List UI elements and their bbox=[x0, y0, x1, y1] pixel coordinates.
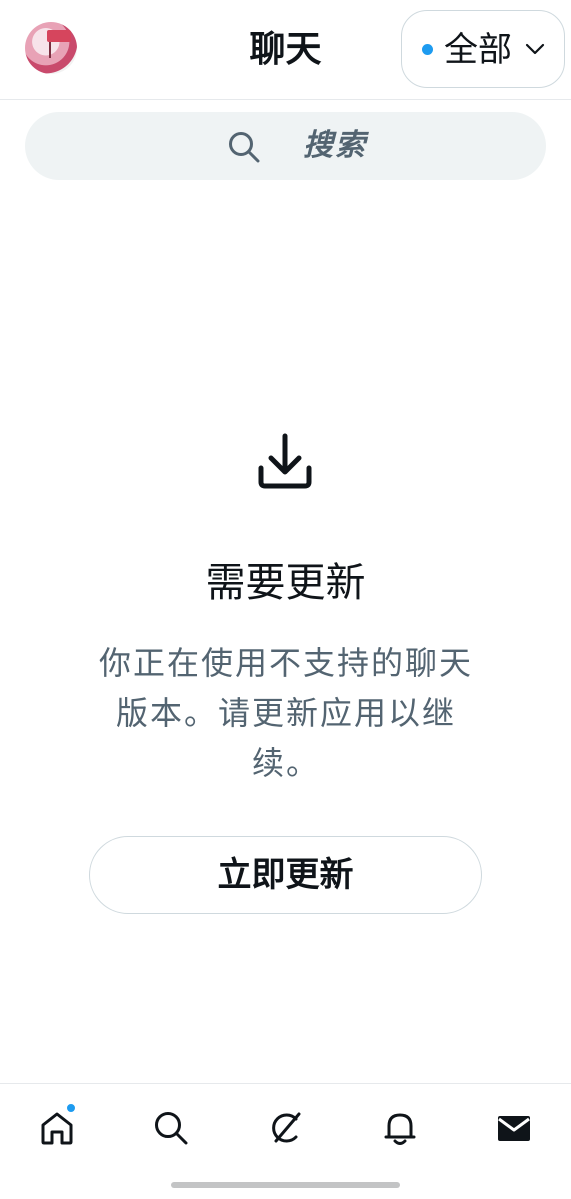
chat-screen: 聊天 全部 搜索 需要更新 你正在使用不支持的聊天版本。请更新应用以继续。 立即… bbox=[0, 0, 571, 1199]
filter-dropdown[interactable]: 全部 bbox=[401, 10, 565, 88]
update-required-description: 你正在使用不支持的聊天版本。请更新应用以继续。 bbox=[98, 644, 473, 782]
search-icon bbox=[155, 1112, 188, 1145]
chevron-down-icon bbox=[525, 43, 545, 55]
home-notification-dot bbox=[66, 1103, 76, 1113]
nav-notifications[interactable] bbox=[380, 1108, 420, 1148]
nav-home[interactable] bbox=[37, 1108, 77, 1148]
search-placeholder: 搜索 bbox=[303, 128, 367, 163]
home-icon bbox=[41, 1112, 73, 1145]
mail-icon bbox=[498, 1116, 530, 1141]
filter-indicator-dot bbox=[422, 44, 433, 55]
bell-icon bbox=[384, 1113, 416, 1145]
download-icon bbox=[258, 433, 312, 489]
nav-search[interactable] bbox=[151, 1108, 191, 1148]
home-indicator bbox=[171, 1182, 400, 1188]
filter-label: 全部 bbox=[444, 30, 512, 70]
update-required-heading: 需要更新 bbox=[205, 560, 366, 606]
grok-icon bbox=[272, 1112, 301, 1143]
nav-grok[interactable] bbox=[266, 1108, 306, 1148]
nav-messages[interactable] bbox=[494, 1108, 534, 1148]
search-icon bbox=[229, 132, 260, 163]
update-now-button[interactable]: 立即更新 bbox=[89, 836, 482, 914]
top-bar: 聊天 全部 bbox=[0, 0, 571, 100]
search-input[interactable]: 搜索 bbox=[25, 112, 546, 180]
